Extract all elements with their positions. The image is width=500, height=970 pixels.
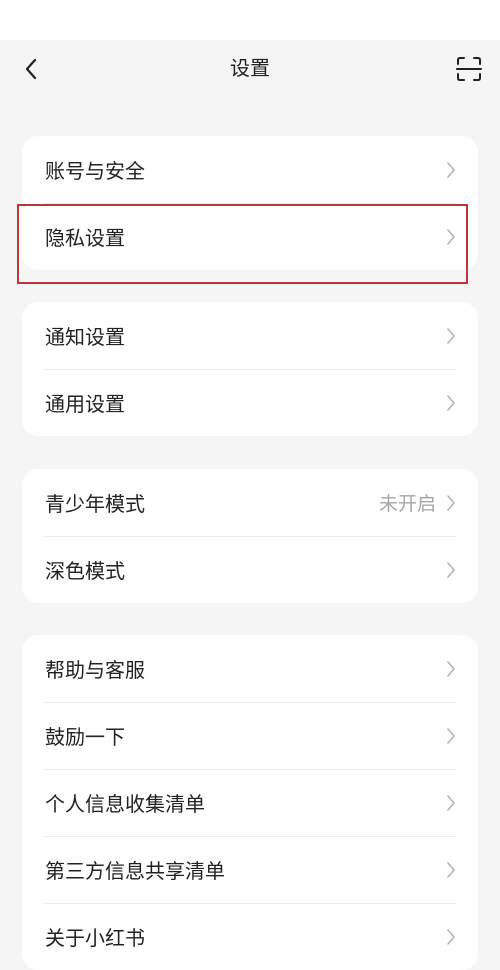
settings-group-account: 账号与安全 隐私设置: [22, 136, 478, 270]
status-bar: [0, 0, 500, 40]
menu-item-label: 帮助与客服: [45, 658, 145, 682]
menu-item-label: 通知设置: [45, 325, 125, 349]
menu-item-teen-mode[interactable]: 青少年模式 未开启: [22, 469, 478, 536]
chevron-right-icon: [444, 658, 458, 680]
menu-item-help-support[interactable]: 帮助与客服: [22, 635, 478, 702]
menu-item-label: 账号与安全: [45, 159, 145, 183]
page-title: 设置: [230, 56, 270, 80]
nav-bar: 设置: [0, 40, 500, 98]
menu-item-encourage[interactable]: 鼓励一下: [22, 702, 478, 769]
menu-item-label: 个人信息收集清单: [45, 792, 205, 816]
scan-button[interactable]: [452, 52, 486, 86]
back-button[interactable]: [14, 52, 48, 86]
chevron-right-icon: [444, 559, 458, 581]
menu-item-account-security[interactable]: 账号与安全: [22, 136, 478, 203]
menu-item-dark-mode[interactable]: 深色模式: [22, 536, 478, 603]
settings-group-general: 通知设置 通用设置: [22, 302, 478, 436]
menu-item-general-settings[interactable]: 通用设置: [22, 369, 478, 436]
menu-item-label: 青少年模式: [45, 492, 145, 516]
chevron-right-icon: [444, 392, 458, 414]
menu-item-label: 关于小红书: [45, 926, 145, 950]
menu-item-label: 深色模式: [45, 559, 125, 583]
chevron-right-icon: [444, 859, 458, 881]
chevron-right-icon: [444, 159, 458, 181]
menu-item-third-party-sharing-list[interactable]: 第三方信息共享清单: [22, 836, 478, 903]
chevron-right-icon: [444, 792, 458, 814]
menu-item-label: 第三方信息共享清单: [45, 859, 225, 883]
menu-item-label: 鼓励一下: [45, 725, 125, 749]
chevron-right-icon: [444, 325, 458, 347]
scan-icon: [456, 57, 482, 81]
chevron-right-icon: [444, 492, 458, 514]
teen-mode-status: 未开启: [378, 493, 436, 515]
chevron-right-icon: [444, 926, 458, 948]
settings-group-mode: 青少年模式 未开启 深色模式: [22, 469, 478, 603]
menu-item-label: 隐私设置: [45, 226, 125, 250]
chevron-right-icon: [444, 725, 458, 747]
menu-item-notification-settings[interactable]: 通知设置: [22, 302, 478, 369]
menu-item-label: 通用设置: [45, 392, 125, 416]
chevron-left-icon: [25, 58, 37, 80]
menu-item-about[interactable]: 关于小红书: [22, 903, 478, 970]
menu-item-privacy-settings[interactable]: 隐私设置: [22, 203, 478, 270]
settings-group-about: 帮助与客服 鼓励一下 个人信息收集清单 第三方信息共享清单 关于小红书: [22, 635, 478, 970]
chevron-right-icon: [444, 226, 458, 248]
menu-item-personal-info-list[interactable]: 个人信息收集清单: [22, 769, 478, 836]
